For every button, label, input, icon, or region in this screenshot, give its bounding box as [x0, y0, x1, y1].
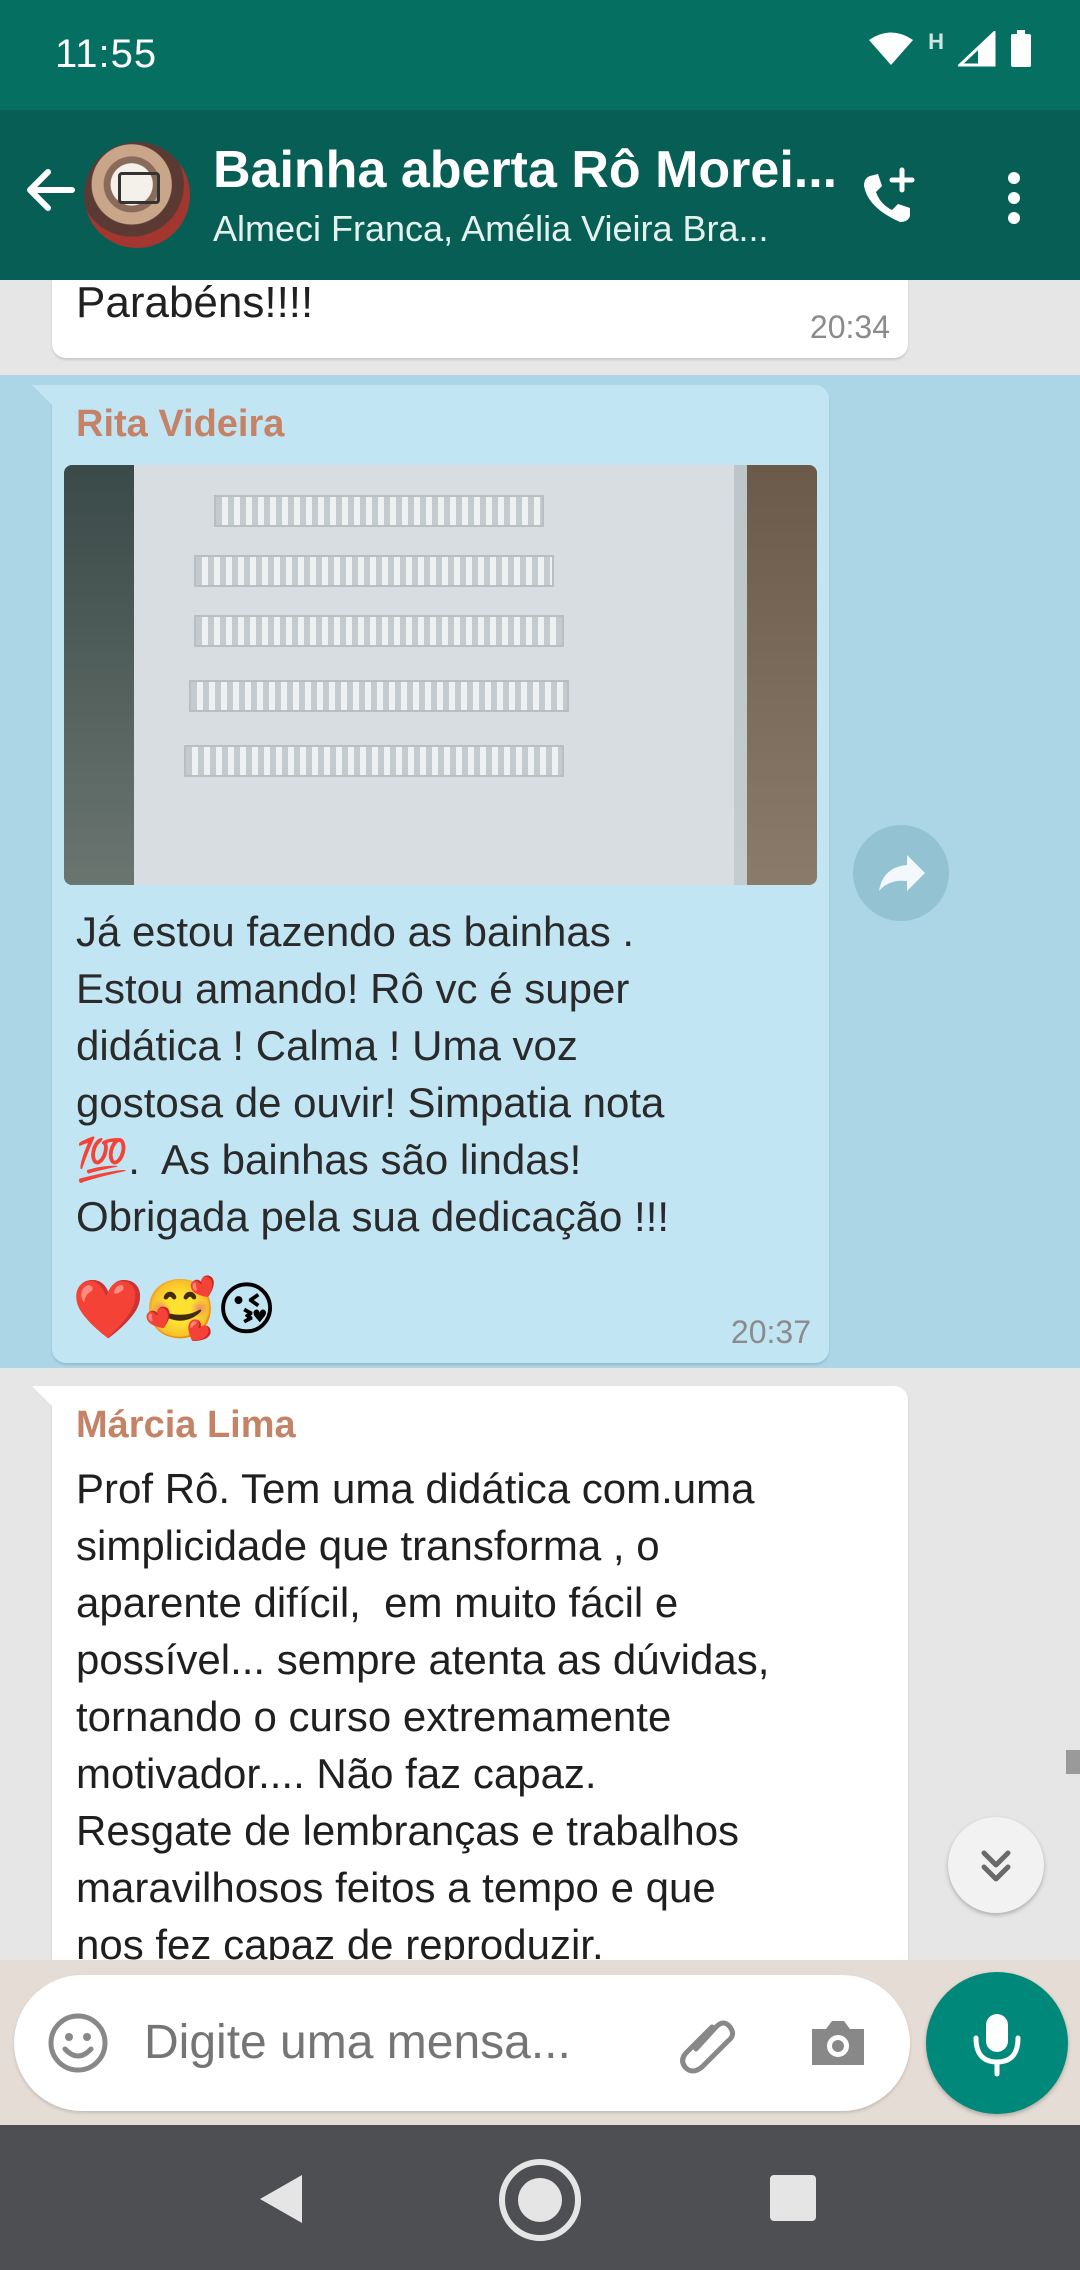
emoji-icon[interactable]: [44, 2009, 112, 2077]
message-input[interactable]: [144, 2001, 644, 2085]
message-bubble-selected[interactable]: Rita Videira Já estou fazendo as bainhas…: [32, 385, 829, 1363]
status-time: 11:55: [55, 32, 158, 76]
signal-icon: [958, 31, 996, 67]
nav-back-icon[interactable]: [256, 2173, 304, 2225]
scroll-to-bottom-button[interactable]: [948, 1817, 1044, 1913]
camera-icon[interactable]: [804, 2009, 872, 2077]
message-text: Já estou fazendo as bainhas . Estou aman…: [76, 908, 670, 1240]
forward-button[interactable]: [853, 825, 949, 921]
bubble-tail: [32, 1386, 54, 1408]
chat-participants[interactable]: Almeci Franca, Amélia Vieira Bra...: [213, 208, 769, 250]
sender-name: Márcia Lima: [76, 1404, 296, 1446]
message-list[interactable]: Parabéns!!!! 20:34 Rita Videira Já estou…: [0, 280, 1080, 1960]
microphone-icon: [973, 2014, 1021, 2077]
nav-recents-icon[interactable]: [770, 2175, 816, 2221]
message-time: 20:34: [809, 309, 890, 345]
voice-message-button[interactable]: [926, 1972, 1068, 2114]
status-icons: H: [868, 29, 1032, 68]
paperclip-icon[interactable]: [674, 2009, 742, 2077]
more-options-icon[interactable]: [990, 168, 1038, 228]
message-time: 20:37: [730, 1314, 811, 1350]
add-call-icon[interactable]: [856, 166, 920, 230]
scrollbar-thumb[interactable]: [1066, 1750, 1080, 1774]
system-navigation-bar: [0, 2125, 1080, 2270]
message-bubble[interactable]: Márcia Lima Prof Rô. Tem uma didática co…: [32, 1386, 908, 1960]
message-composer: [14, 1975, 910, 2111]
battery-icon: [1011, 30, 1031, 67]
back-arrow-icon[interactable]: [20, 160, 80, 220]
wifi-icon: [869, 32, 914, 65]
message-photo[interactable]: [64, 465, 817, 885]
status-bar: 11:55 H: [0, 0, 1080, 110]
message-bubble[interactable]: Parabéns!!!! 20:34: [52, 280, 908, 358]
double-chevron-down-icon: [981, 1850, 1011, 1882]
sender-name: Rita Videira: [76, 403, 285, 445]
group-avatar[interactable]: [84, 142, 190, 248]
bubble-tail: [32, 385, 54, 407]
chat-header: Bainha aberta Rô Morei... Almeci Franca,…: [0, 110, 1080, 280]
message-emojis: ❤️🥰😘: [72, 1277, 277, 1342]
forward-icon: [879, 855, 925, 891]
message-text: Parabéns!!!!: [76, 280, 314, 327]
network-type-label: H: [928, 29, 944, 54]
message-text: Prof Rô. Tem uma didática com.uma simpli…: [76, 1465, 770, 1960]
chat-title[interactable]: Bainha aberta Rô Morei...: [213, 140, 837, 200]
nav-home-icon[interactable]: [497, 2157, 583, 2243]
